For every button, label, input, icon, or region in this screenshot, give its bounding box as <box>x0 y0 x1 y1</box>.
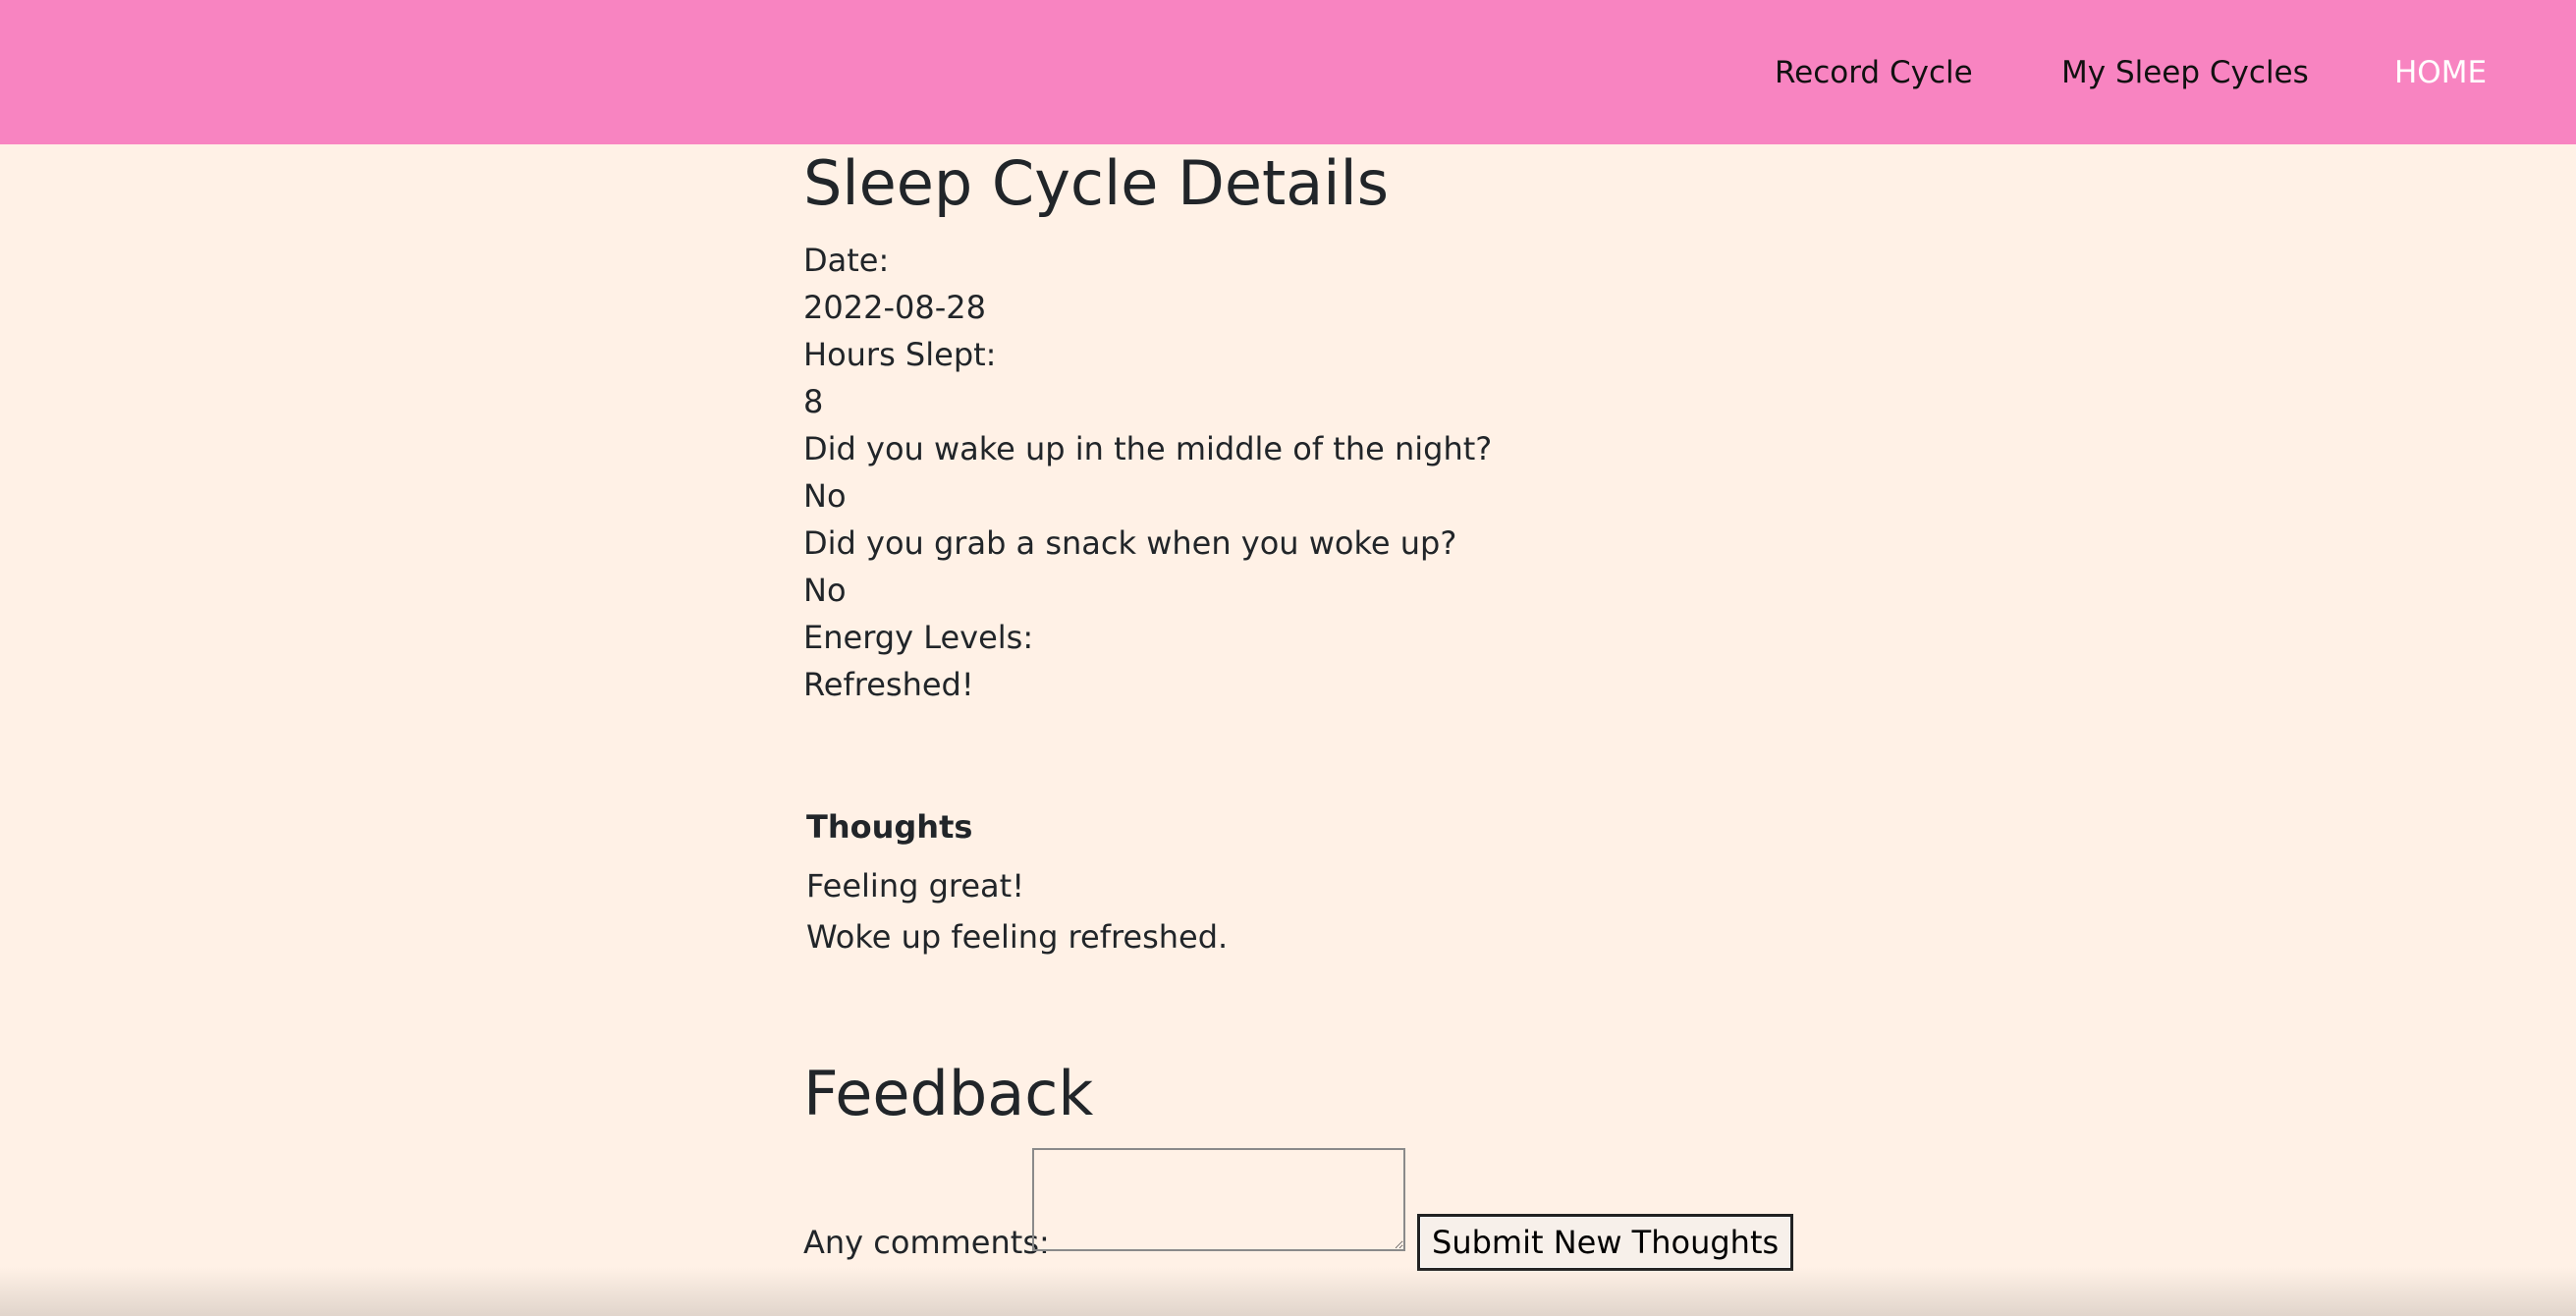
navbar: Record Cycle My Sleep Cycles HOME <box>0 0 2576 144</box>
nav-record-cycle-link[interactable]: Record Cycle <box>1775 49 1973 96</box>
woke-up-value: No <box>803 477 847 515</box>
thoughts-heading: Thoughts <box>806 808 973 846</box>
hours-slept-label: Hours Slept: <box>803 336 997 373</box>
hours-slept-value: 8 <box>803 383 824 420</box>
submit-new-thoughts-button[interactable]: Submit New Thoughts <box>1417 1214 1794 1271</box>
feedback-heading: Feedback <box>803 1058 1094 1129</box>
woke-up-label: Did you wake up in the middle of the nig… <box>803 430 1493 467</box>
bottom-shadow <box>0 1267 2576 1316</box>
energy-levels-value: Refreshed! <box>803 666 974 703</box>
thought-item: Feeling great! <box>806 867 1025 905</box>
energy-levels-label: Energy Levels: <box>803 619 1034 656</box>
comments-textarea[interactable] <box>1032 1148 1405 1251</box>
nav-my-sleep-cycles-link[interactable]: My Sleep Cycles <box>2061 49 2309 96</box>
snack-label: Did you grab a snack when you woke up? <box>803 524 1457 562</box>
thought-item: Woke up feeling refreshed. <box>806 918 1229 956</box>
page-title: Sleep Cycle Details <box>803 147 1390 219</box>
comments-label: Any comments: <box>803 1224 1050 1261</box>
snack-value: No <box>803 572 847 609</box>
date-label: Date: <box>803 242 890 279</box>
date-value: 2022-08-28 <box>803 289 986 326</box>
nav-home-link[interactable]: HOME <box>2394 49 2487 96</box>
